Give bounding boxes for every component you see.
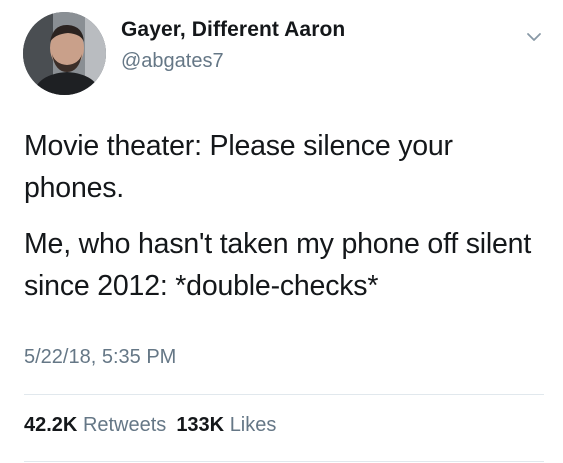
retweets-stat[interactable]: 42.2K Retweets (24, 414, 166, 436)
avatar[interactable] (23, 12, 106, 95)
tweet-text: Movie theater: Please silence your phone… (24, 125, 544, 307)
retweets-count: 42.2K (24, 414, 78, 436)
divider (24, 461, 544, 462)
profile-photo (23, 12, 106, 95)
likes-count: 133K (176, 414, 225, 436)
likes-stat[interactable]: 133K Likes (176, 414, 276, 436)
retweets-label: Retweets (82, 414, 167, 436)
divider (24, 394, 544, 395)
tweet-stats: 42.2K Retweets 133K Likes (24, 414, 276, 437)
user-handle[interactable]: @abgates7 (121, 50, 224, 73)
display-name[interactable]: Gayer, Different Aaron (121, 18, 345, 42)
chevron-down-icon[interactable] (526, 30, 542, 42)
tweet-paragraph: Movie theater: Please silence your phone… (24, 130, 453, 204)
likes-label: Likes (229, 414, 277, 436)
tweet-card: Gayer, Different Aaron @abgates7 Movie t… (0, 0, 563, 463)
timestamp[interactable]: 5/22/18, 5:35 PM (24, 346, 176, 369)
tweet-paragraph: Me, who hasn't taken my phone off silent… (24, 228, 532, 302)
